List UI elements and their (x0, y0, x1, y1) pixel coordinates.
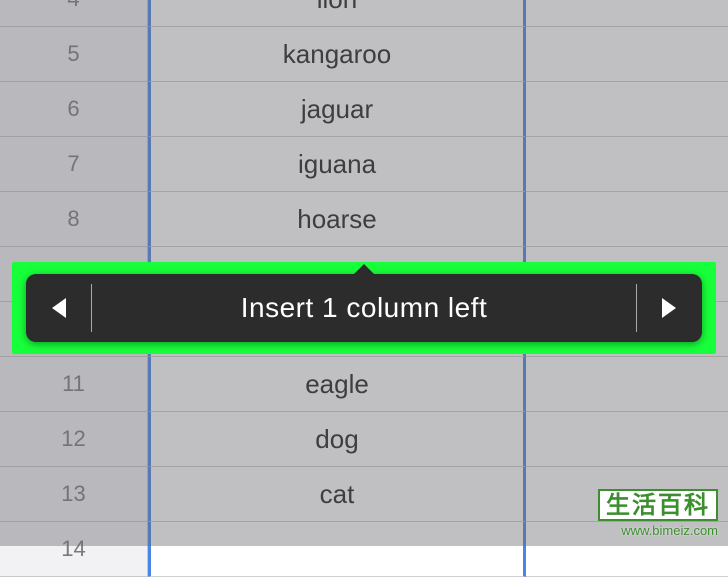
menu-next-button[interactable] (636, 274, 702, 342)
chevron-left-icon (52, 298, 66, 318)
context-menu: Insert 1 column left (26, 274, 702, 342)
chevron-right-icon (662, 298, 676, 318)
menu-prev-button[interactable] (26, 274, 92, 342)
watermark: 生活百科 www.bimeiz.com (598, 489, 718, 538)
insert-column-left-option[interactable]: Insert 1 column left (92, 292, 636, 324)
watermark-url: www.bimeiz.com (598, 523, 718, 538)
watermark-title: 生活百科 (598, 489, 718, 521)
callout-pointer-icon (352, 264, 376, 276)
